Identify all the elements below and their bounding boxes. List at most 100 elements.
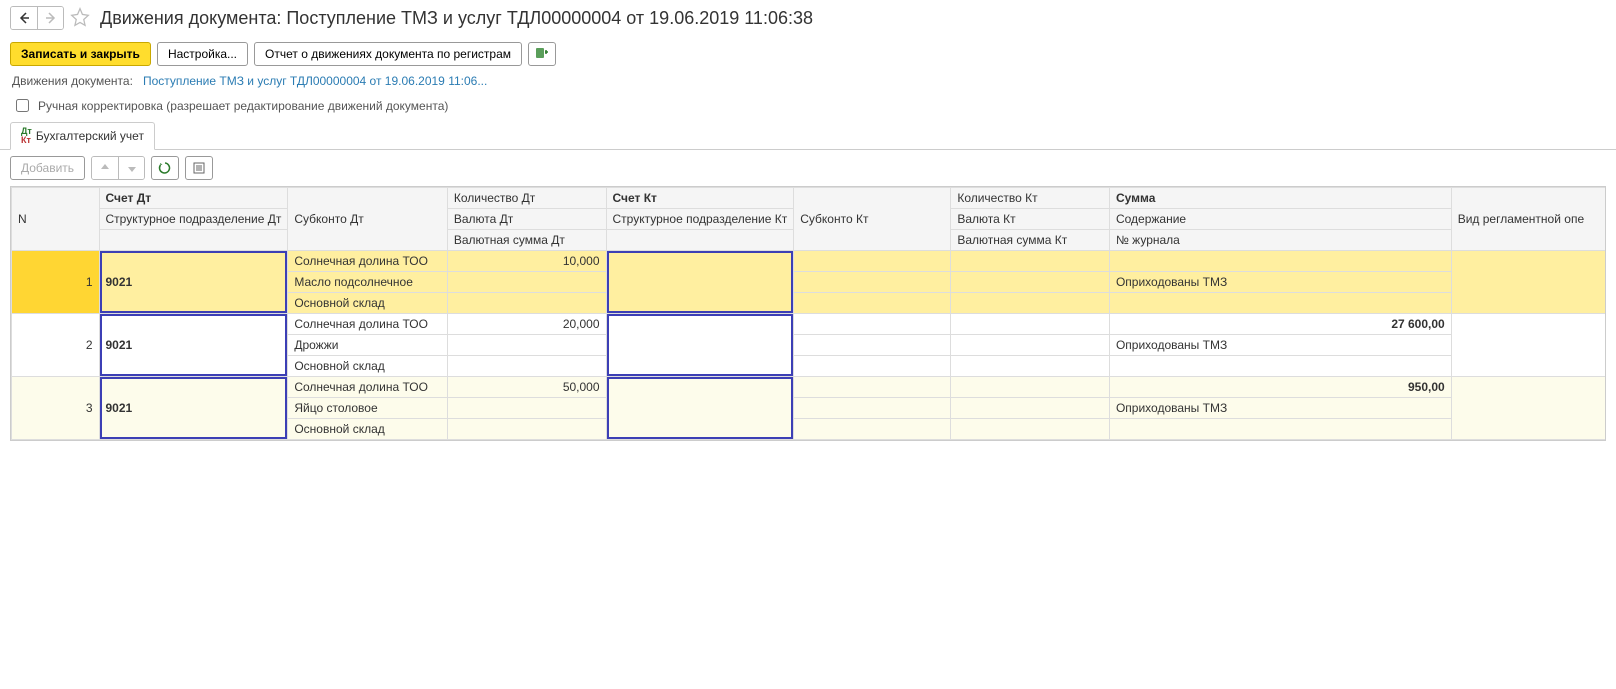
cell-acc-dt: 9021 xyxy=(99,377,288,440)
cell-reg xyxy=(1451,251,1606,314)
col-reg-op[interactable]: Вид регламентной опе xyxy=(1451,188,1606,251)
cell-cursum-kt xyxy=(951,356,1110,377)
cell-content: Оприходованы ТМЗ xyxy=(1109,335,1451,356)
breadcrumb-link[interactable]: Поступление ТМЗ и услуг ТДЛ00000004 от 1… xyxy=(143,74,487,88)
cell-cursum-kt xyxy=(951,293,1110,314)
cell-acc-kt xyxy=(606,377,794,440)
tab-accounting[interactable]: ДтКт Бухгалтерский учет xyxy=(10,122,155,150)
col-dept-kt[interactable]: Структурное подразделение Кт xyxy=(606,209,794,230)
cell-reg xyxy=(1451,377,1606,440)
cell-qty-dt: 20,000 xyxy=(447,314,606,335)
cell-sub-kt2 xyxy=(794,335,951,356)
cell-sub2: Масло подсолнечное xyxy=(288,272,448,293)
cell-sub1: Солнечная долина ТОО xyxy=(288,314,448,335)
col-cur-kt[interactable]: Валюта Кт xyxy=(951,209,1110,230)
col-cur-sum-kt[interactable]: Валютная сумма Кт xyxy=(951,230,1110,251)
cell-n: 3 xyxy=(12,377,100,440)
dt-kt-icon: ДтКт xyxy=(21,127,32,145)
cell-journal xyxy=(1109,356,1451,377)
cell-qty-dt: 50,000 xyxy=(447,377,606,398)
refresh-button[interactable] xyxy=(151,156,179,180)
table-row[interactable]: 2 9021 Солнечная долина ТОО 20,000 27 60… xyxy=(12,314,1607,335)
tab-label: Бухгалтерский учет xyxy=(36,129,144,143)
cell-cursum-dt xyxy=(447,356,606,377)
cell-cur-dt xyxy=(447,272,606,293)
col-cur-dt[interactable]: Валюта Дт xyxy=(447,209,606,230)
col-qty-kt[interactable]: Количество Кт xyxy=(951,188,1110,209)
cell-sub-kt3 xyxy=(794,356,951,377)
cell-sub1: Солнечная долина ТОО xyxy=(288,251,448,272)
cell-sub3: Основной склад xyxy=(288,419,448,440)
cell-acc-kt xyxy=(606,251,794,314)
cell-reg xyxy=(1451,314,1606,377)
cell-content: Оприходованы ТМЗ xyxy=(1109,272,1451,293)
cell-cur-kt xyxy=(951,398,1110,419)
back-button[interactable] xyxy=(11,7,37,29)
table-row[interactable]: 1 9021 Солнечная долина ТОО 10,000 xyxy=(12,251,1607,272)
cell-journal xyxy=(1109,293,1451,314)
cell-cur-kt xyxy=(951,335,1110,356)
cell-sum: 950,00 xyxy=(1109,377,1451,398)
cell-qty-kt xyxy=(951,314,1110,335)
nav-buttons xyxy=(10,6,64,30)
col-content[interactable]: Содержание xyxy=(1109,209,1451,230)
cell-sub3: Основной склад xyxy=(288,356,448,377)
cell-journal xyxy=(1109,419,1451,440)
favorite-star-icon[interactable] xyxy=(70,7,90,30)
col-cur-sum-dt[interactable]: Валютная сумма Дт xyxy=(447,230,606,251)
cell-sub3: Основной склад xyxy=(288,293,448,314)
cell-sub-kt2 xyxy=(794,272,951,293)
col-journal[interactable]: № журнала xyxy=(1109,230,1451,251)
report-button[interactable]: Отчет о движениях документа по регистрам xyxy=(254,42,522,66)
cell-qty-kt xyxy=(951,377,1110,398)
cell-acc-kt xyxy=(606,314,794,377)
breadcrumb-label: Движения документа: xyxy=(12,74,133,88)
cell-content: Оприходованы ТМЗ xyxy=(1109,398,1451,419)
col-acc-kt[interactable]: Счет Кт xyxy=(606,188,794,209)
cell-qty-dt: 10,000 xyxy=(447,251,606,272)
col-sum[interactable]: Сумма xyxy=(1109,188,1451,209)
cell-qty-kt xyxy=(951,251,1110,272)
col-qty-dt[interactable]: Количество Дт xyxy=(447,188,606,209)
col-sub-kt[interactable]: Субконто Кт xyxy=(794,188,951,251)
col-dept-dt[interactable]: Структурное подразделение Дт xyxy=(99,209,288,230)
cell-sub2: Яйцо столовое xyxy=(288,398,448,419)
manual-edit-checkbox[interactable] xyxy=(16,99,29,112)
cell-n: 2 xyxy=(12,314,100,377)
cell-sub-kt xyxy=(794,377,951,398)
save-close-button[interactable]: Записать и закрыть xyxy=(10,42,151,66)
cell-acc-dt: 9021 xyxy=(99,314,288,377)
cell-sub-kt xyxy=(794,314,951,335)
cell-sub-kt3 xyxy=(794,293,951,314)
move-down-button xyxy=(118,157,144,179)
cell-cur-dt xyxy=(447,335,606,356)
forward-button xyxy=(37,7,63,29)
cell-sub2: Дрожжи xyxy=(288,335,448,356)
refresh-registers-button[interactable] xyxy=(528,42,556,66)
accounting-grid: N Счет Дт Субконто Дт Количество Дт Счет… xyxy=(10,186,1606,441)
cell-sub-kt xyxy=(794,251,951,272)
col-n[interactable]: N xyxy=(12,188,100,251)
breadcrumb: Движения документа: Поступление ТМЗ и ус… xyxy=(0,72,1616,90)
page-title: Движения документа: Поступление ТМЗ и ус… xyxy=(100,8,813,29)
col-sub-dt[interactable]: Субконто Дт xyxy=(288,188,448,251)
move-up-button xyxy=(92,157,118,179)
add-button: Добавить xyxy=(10,156,85,180)
cell-n: 1 xyxy=(12,251,100,314)
cell-sub-kt3 xyxy=(794,419,951,440)
cell-cursum-kt xyxy=(951,419,1110,440)
table-row[interactable]: 3 9021 Солнечная долина ТОО 50,000 950,0… xyxy=(12,377,1607,398)
more-options-button[interactable] xyxy=(185,156,213,180)
cell-cursum-dt xyxy=(447,419,606,440)
settings-button[interactable]: Настройка... xyxy=(157,42,248,66)
manual-edit-label: Ручная корректировка (разрешает редактир… xyxy=(38,99,448,113)
cell-sub-kt2 xyxy=(794,398,951,419)
cell-sub1: Солнечная долина ТОО xyxy=(288,377,448,398)
cell-cur-kt xyxy=(951,272,1110,293)
cell-sum: 27 600,00 xyxy=(1109,314,1451,335)
cell-sum xyxy=(1109,251,1451,272)
cell-acc-dt: 9021 xyxy=(99,251,288,314)
cell-cur-dt xyxy=(447,398,606,419)
cell-cursum-dt xyxy=(447,293,606,314)
col-acc-dt[interactable]: Счет Дт xyxy=(99,188,288,209)
